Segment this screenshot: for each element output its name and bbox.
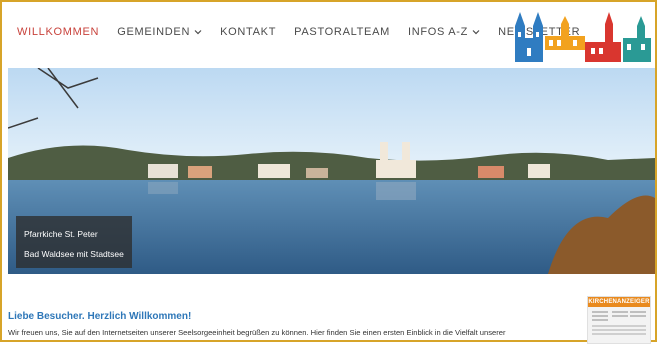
nav-item-gemeinden[interactable]: GEMEINDEN [117,26,202,38]
caption-title: Pfarrkiche St. Peter [24,229,98,239]
nav-item-label: INFOS A-Z [407,26,469,38]
kirchenanzeiger-preview-image [592,311,646,335]
nav-item-pastoralteam[interactable]: PASTORALTEAM [294,26,390,38]
chevron-down-icon [194,30,202,35]
welcome-paragraph: Wir freuen uns, Sie auf den Internetseit… [8,328,506,337]
nav-item-label: KONTAKT [220,26,277,38]
nav-item-kontakt[interactable]: KONTAKT [220,26,276,38]
nav-item-infos-a-z[interactable]: INFOS A-Z [408,26,480,38]
nav-item-label: GEMEINDEN [117,26,191,38]
nav-item-willkommen[interactable]: WILLKOMMEN [17,26,99,38]
nav-item-label: WILLKOMMEN [17,26,100,38]
chevron-down-icon [472,30,480,35]
welcome-heading: Liebe Besucher. Herzlich Willkommen! [8,311,192,322]
churches-logo[interactable] [511,8,655,64]
nav-item-label: PASTORALTEAM [294,26,390,38]
frame-border-top [0,0,657,2]
frame-border-left [0,0,2,342]
caption-subtitle: Bad Waldsee mit Stadtsee [24,249,124,259]
hero-caption: Pfarrkiche St. Peter Bad Waldsee mit Sta… [16,216,132,268]
kirchenanzeiger-label: KIRCHENANZEIGER [588,297,650,307]
kirchenanzeiger-thumbnail[interactable]: KIRCHENANZEIGER [587,296,651,344]
